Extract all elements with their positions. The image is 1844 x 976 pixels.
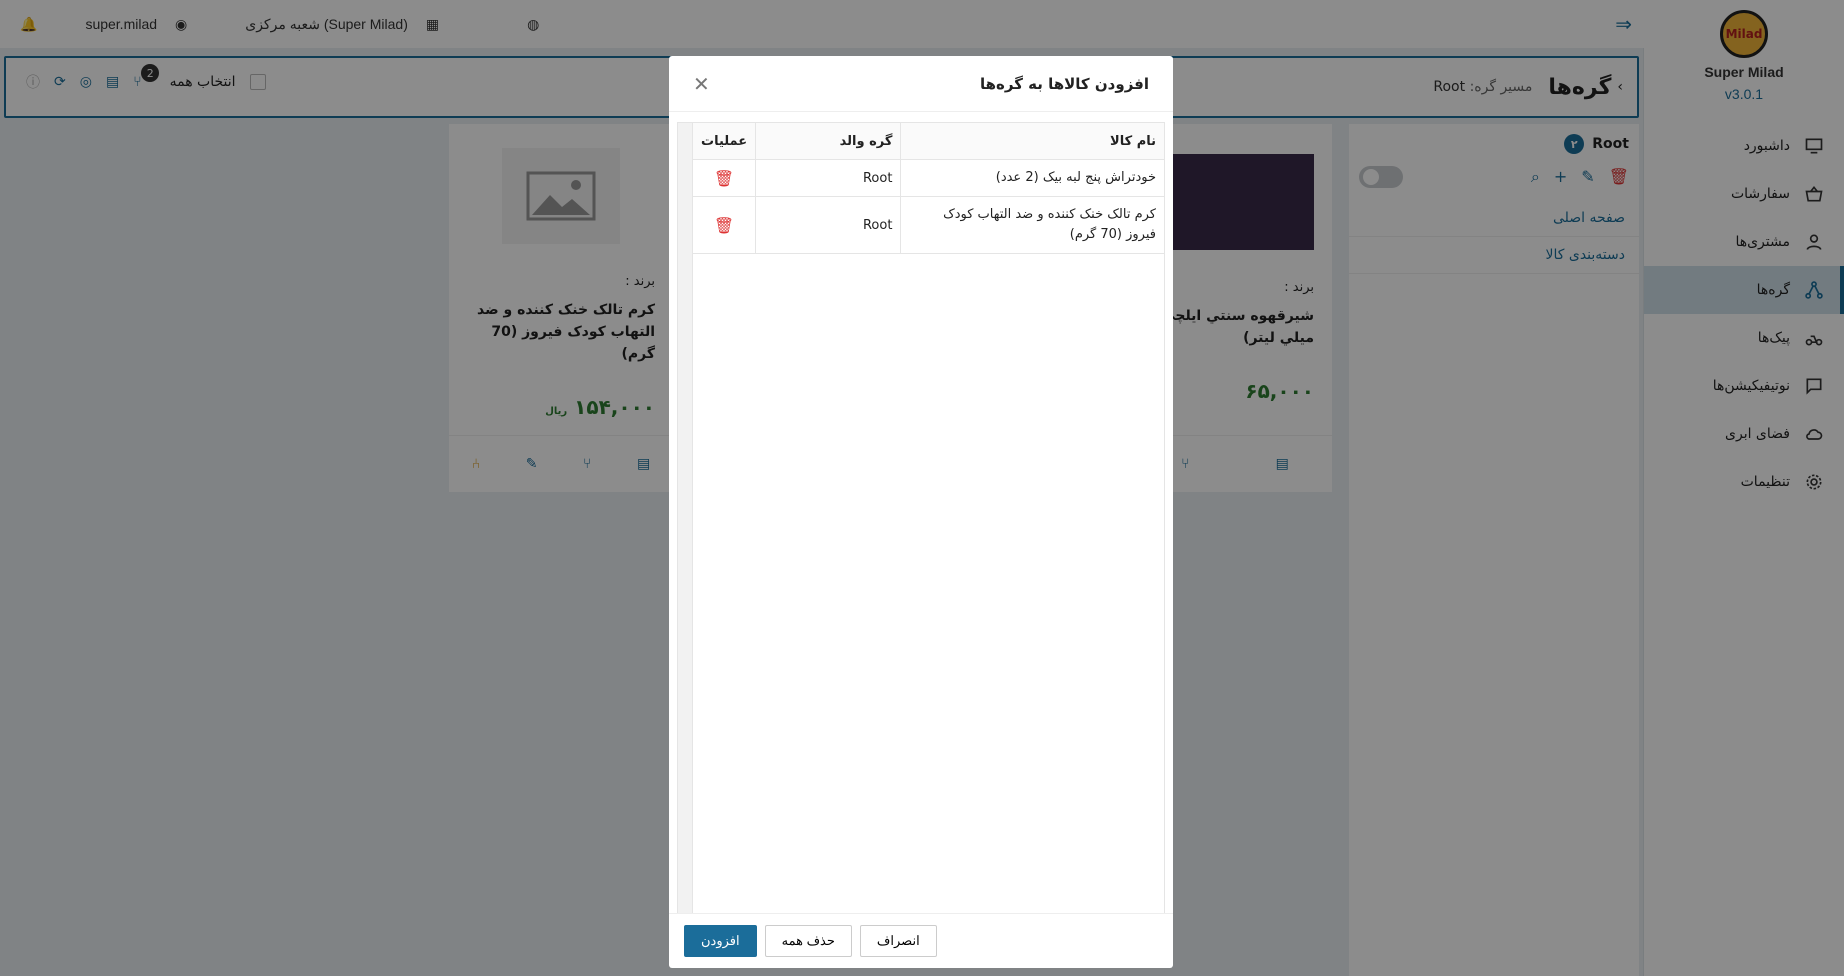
cell-product-name: خودتراش پنج لبه بیک (2 عدد) bbox=[900, 159, 1164, 197]
table-row: کرم تالک خنک کننده و ضد التهاب کودک فیرو… bbox=[691, 196, 1164, 254]
modal-header: افزودن کالاها به گره‌ها ✕ bbox=[669, 56, 1173, 112]
close-icon[interactable]: ✕ bbox=[693, 72, 710, 96]
cancel-button[interactable]: انصراف bbox=[859, 925, 937, 957]
add-products-modal: افزودن کالاها به گره‌ها ✕ نام کالا گره و… bbox=[669, 56, 1173, 968]
products-grid: نام کالا گره والد عملیات خودتراش پنج لبه… bbox=[691, 123, 1164, 254]
cell-parent-node: Root bbox=[755, 159, 901, 197]
row-actions: 🗑 bbox=[691, 159, 756, 197]
cell-parent-node: Root bbox=[755, 196, 901, 254]
column-header-parent[interactable]: گره والد bbox=[755, 123, 901, 160]
products-table: نام کالا گره والد عملیات خودتراش پنج لبه… bbox=[677, 122, 1165, 914]
modal-footer: افزودن حذف همه انصراف bbox=[669, 913, 1173, 968]
trash-icon[interactable]: 🗑 bbox=[714, 169, 734, 188]
modal-title: افزودن کالاها به گره‌ها bbox=[979, 74, 1149, 93]
row-actions: 🗑 bbox=[691, 196, 756, 254]
column-header-ops[interactable]: عملیات bbox=[691, 123, 756, 160]
delete-all-button[interactable]: حذف همه bbox=[764, 925, 852, 957]
cell-product-name: کرم تالک خنک کننده و ضد التهاب کودک فیرو… bbox=[900, 196, 1164, 254]
column-header-name[interactable]: نام کالا bbox=[900, 123, 1164, 160]
table-row: خودتراش پنج لبه بیک (2 عدد) Root 🗑 bbox=[691, 159, 1164, 197]
table-scrollbar[interactable] bbox=[678, 123, 693, 913]
trash-icon[interactable]: 🗑 bbox=[714, 216, 734, 235]
add-button[interactable]: افزودن bbox=[684, 925, 757, 957]
